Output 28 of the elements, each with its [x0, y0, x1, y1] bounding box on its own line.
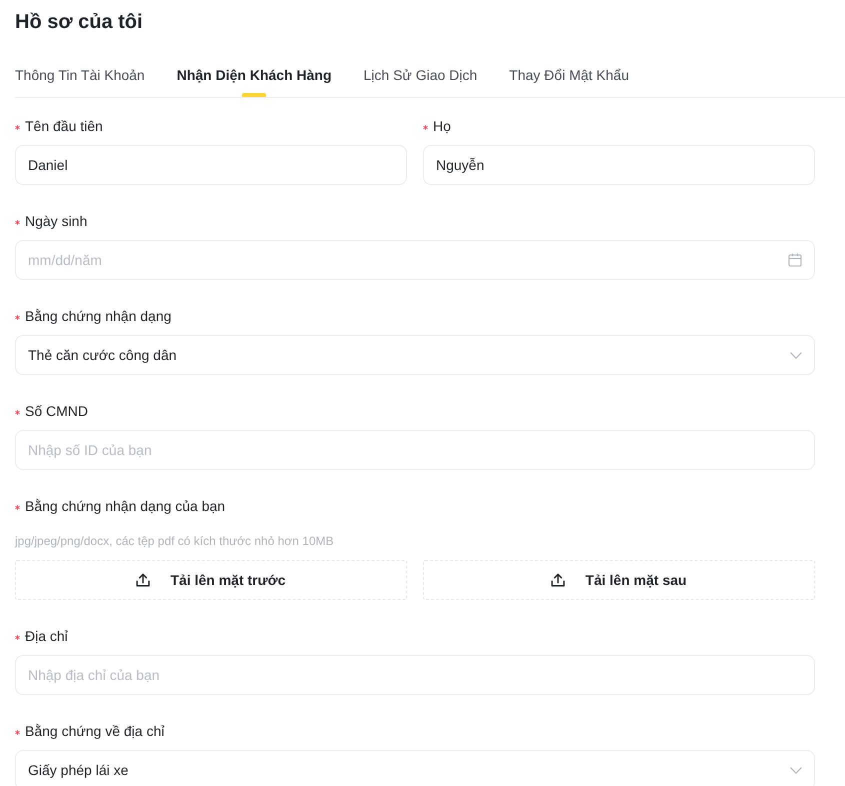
upload-icon — [551, 573, 566, 587]
upload-icon — [136, 573, 150, 587]
field-label: Bằng chứng nhận dạng — [25, 307, 172, 326]
page-title: Hồ sơ của tôi — [15, 10, 143, 35]
dropdown-field[interactable]: Giấy phép lái xe — [15, 750, 815, 786]
text-field[interactable]: Nhập số ID của bạn — [15, 430, 815, 470]
tab[interactable]: Nhận Diện Khách Hàng — [176, 52, 332, 97]
upload-hint: jpg/jpeg/png/docx, các tệp pdf có kích thước nhỏ hơn 10MB — [15, 533, 334, 550]
tab[interactable]: Lịch Sử Giao Dịch — [364, 52, 478, 97]
text-field[interactable]: Nhập địa chỉ của bạn — [15, 655, 815, 695]
chevron-down-icon — [790, 352, 802, 358]
field-label: Tên đầu tiên — [25, 117, 103, 136]
upload-button[interactable]: Tải lên mặt trước — [15, 560, 407, 600]
tab[interactable]: Thông Tin Tài Khoản — [15, 52, 145, 97]
dropdown-field[interactable]: Thẻ căn cước công dân — [15, 335, 815, 375]
text-field[interactable]: Daniel — [15, 145, 407, 185]
field-label: Địa chỉ — [25, 627, 68, 646]
text-field[interactable]: Nguyễn — [423, 145, 815, 185]
upload-button[interactable]: Tải lên mặt sau — [423, 560, 815, 600]
date-field[interactable]: mm/dd/năm — [15, 240, 815, 280]
field-label: Họ — [433, 117, 451, 136]
chevron-down-icon — [790, 766, 802, 774]
tab[interactable]: Thay Đổi Mật Khẩu — [509, 52, 629, 97]
field-label: Ngày sinh — [25, 212, 88, 231]
calendar-icon — [788, 253, 802, 267]
field-label: Bằng chứng nhận dạng của bạn — [25, 497, 226, 516]
field-label: Bằng chứng về địa chỉ — [25, 722, 164, 741]
field-label: Số CMND — [25, 402, 88, 421]
